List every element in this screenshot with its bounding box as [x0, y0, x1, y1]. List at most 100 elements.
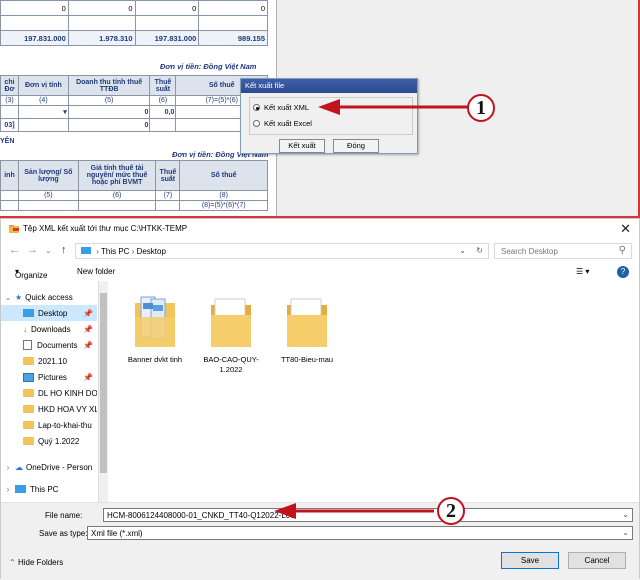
- expand-chevron-icon[interactable]: ⌄: [1, 293, 15, 302]
- file-name-value: HCM-8006124408000-01_CNKD_TT40-Q12022-L0…: [107, 511, 295, 520]
- back-arrow-icon[interactable]: ←: [9, 244, 20, 256]
- pin-icon: 📌: [83, 340, 93, 350]
- file-name-label: File name:: [45, 511, 83, 520]
- nav-item-dl-ho-kinh-do[interactable]: DL HO KINH DO: [1, 385, 97, 401]
- search-input[interactable]: Search Desktop ⚲: [494, 243, 632, 259]
- save-type-label: Save as type:: [39, 529, 88, 538]
- file-name-label: Banner dvkt tinh: [127, 355, 183, 364]
- cloud-icon: ☁: [15, 462, 23, 472]
- save-type-select[interactable]: Xml file (*.xml) ⌄: [87, 526, 633, 540]
- chevron-up-icon: ⌃: [9, 558, 16, 567]
- download-icon: ↓: [23, 324, 27, 334]
- address-bar[interactable]: › This PC › Desktop ⌄ ↻: [75, 243, 489, 259]
- nav-item-hkd-hoa-vy[interactable]: HKD HOA VY XL: [1, 401, 97, 417]
- currency-unit-label: Đơn vị tiền: Đồng Việt Nam: [160, 62, 257, 71]
- cell: 0: [67, 0, 136, 16]
- refresh-icon[interactable]: ↻: [476, 246, 483, 255]
- totals-table: 0 0 0 0 197.831.000 1.978.310 197.831.00…: [0, 0, 268, 46]
- folder-icon: [23, 357, 34, 365]
- cell: 989.155: [198, 30, 268, 46]
- nav-item-onedrive[interactable]: › ☁ OneDrive - Person: [1, 459, 97, 475]
- breadcrumb-this-pc[interactable]: This PC: [101, 247, 129, 256]
- folder-icon: [211, 298, 251, 347]
- save-button[interactable]: Save: [501, 552, 559, 569]
- app-icon: [9, 225, 19, 233]
- export-xml-label: Kết xuất XML: [264, 103, 310, 112]
- folder-icon: [23, 389, 34, 397]
- file-name-label: TT80-Bieu-mau: [280, 355, 334, 364]
- callout-number-1: 1: [467, 94, 495, 122]
- folder-icon: [23, 421, 34, 429]
- new-folder-button[interactable]: New folder: [77, 267, 115, 276]
- forward-arrow-icon[interactable]: →: [27, 244, 38, 256]
- red-arrow-2: [274, 503, 434, 519]
- chevron-down-icon[interactable]: ⌄: [622, 510, 629, 519]
- red-arrow-1: [318, 99, 468, 115]
- cell: 197.831.000: [0, 30, 69, 46]
- pin-icon: 📌: [83, 372, 93, 382]
- dialog-title: Tệp XML kết xuất tới thư mục C:\HTKK-TEM…: [23, 224, 188, 233]
- section-label: YÊN: [0, 138, 15, 145]
- scrollbar-thumb[interactable]: [100, 293, 107, 473]
- export-xml-option[interactable]: Kết xuất XML: [253, 103, 309, 112]
- pin-icon: 📌: [83, 308, 93, 318]
- address-bar-row: ← → ⌄ ↑ › This PC › Desktop ⌄ ↻ Search D…: [1, 241, 639, 261]
- file-item-banner[interactable]: Banner dvkt tinh: [119, 293, 191, 365]
- search-icon: ⚲: [618, 245, 626, 256]
- nav-item-2021-10[interactable]: 2021.10: [1, 353, 97, 369]
- cell: 0: [0, 0, 69, 16]
- document-icon: [23, 340, 32, 350]
- ttdb-table: chi Đơ Đơn vị tính Doanh thu tính thuế T…: [0, 75, 268, 132]
- up-arrow-icon[interactable]: ↑: [61, 244, 67, 256]
- nav-item-quick-access[interactable]: ⌄ ★ Quick access: [1, 289, 97, 305]
- view-options-icon[interactable]: ☰ ▾: [576, 267, 589, 276]
- hide-folders-button[interactable]: ⌃ Hide Folders: [9, 558, 63, 567]
- organize-label: Organize: [15, 271, 48, 280]
- save-file-dialog: Tệp XML kết xuất tới thư mục C:\HTKK-TEM…: [0, 218, 640, 580]
- nav-item-documents[interactable]: Documents 📌: [1, 337, 97, 353]
- help-icon[interactable]: ?: [617, 266, 629, 278]
- cell: 0: [134, 0, 200, 16]
- command-bar: Organize ▾ New folder ☰ ▾ ?: [1, 263, 639, 281]
- dialog-title: Kết xuất file: [241, 79, 417, 93]
- folder-icon: [287, 298, 327, 347]
- nav-item-quy-1-2022[interactable]: Quý 1.2022: [1, 433, 97, 449]
- export-excel-option[interactable]: Kết xuất Excel: [253, 119, 312, 128]
- close-icon[interactable]: ✕: [620, 221, 631, 237]
- file-item-tt80[interactable]: TT80-Bieu-mau: [271, 293, 343, 365]
- unit-dropdown[interactable]: ▾: [17, 105, 69, 119]
- nav-item-desktop[interactable]: Desktop 📌: [1, 305, 97, 321]
- resource-table: inh Sản lượng/ Số lượng Giá tính thuế tà…: [0, 160, 268, 211]
- close-button[interactable]: Đóng: [333, 139, 379, 153]
- radio-icon[interactable]: [253, 120, 260, 127]
- folder-with-images-icon: [135, 296, 175, 347]
- save-type-value: Xml file (*.xml): [91, 529, 143, 538]
- radio-selected-icon[interactable]: [253, 104, 260, 111]
- organize-button[interactable]: Organize ▾: [15, 267, 47, 280]
- nav-item-lap-to-khai[interactable]: Lap-to-khai-thu: [1, 417, 97, 433]
- expand-chevron-icon[interactable]: ›: [1, 485, 15, 494]
- address-dropdown-icon[interactable]: ⌄: [459, 246, 466, 255]
- star-icon: ★: [15, 292, 23, 302]
- nav-item-this-pc[interactable]: › This PC: [1, 481, 97, 497]
- pin-icon: 📌: [83, 324, 93, 334]
- computer-icon: [15, 485, 26, 493]
- export-excel-label: Kết xuất Excel: [264, 119, 312, 128]
- search-placeholder: Search Desktop: [501, 247, 558, 256]
- breadcrumb-desktop[interactable]: Desktop: [137, 247, 166, 256]
- chevron-down-icon[interactable]: ⌄: [622, 528, 629, 537]
- export-button[interactable]: Kết xuất: [279, 139, 325, 153]
- cell: 0: [198, 0, 268, 16]
- file-name-label: BAO-CAO-QUY-1.2022: [203, 355, 259, 374]
- pc-icon: [81, 247, 91, 254]
- nav-item-downloads[interactable]: ↓ Downloads 📌: [1, 321, 97, 337]
- folder-icon: [23, 405, 34, 413]
- expand-chevron-icon[interactable]: ›: [1, 463, 15, 472]
- folder-icon: [23, 437, 34, 445]
- recent-chevron-icon[interactable]: ⌄: [45, 246, 52, 255]
- cancel-button[interactable]: Cancel: [568, 552, 626, 569]
- export-file-dialog: Kết xuất file Kết xuất XML Kết xuất Exce…: [240, 78, 418, 154]
- cell: 1.978.310: [67, 30, 136, 46]
- nav-item-pictures[interactable]: Pictures 📌: [1, 369, 97, 385]
- file-item-bao-cao[interactable]: BAO-CAO-QUY-1.2022: [195, 293, 267, 375]
